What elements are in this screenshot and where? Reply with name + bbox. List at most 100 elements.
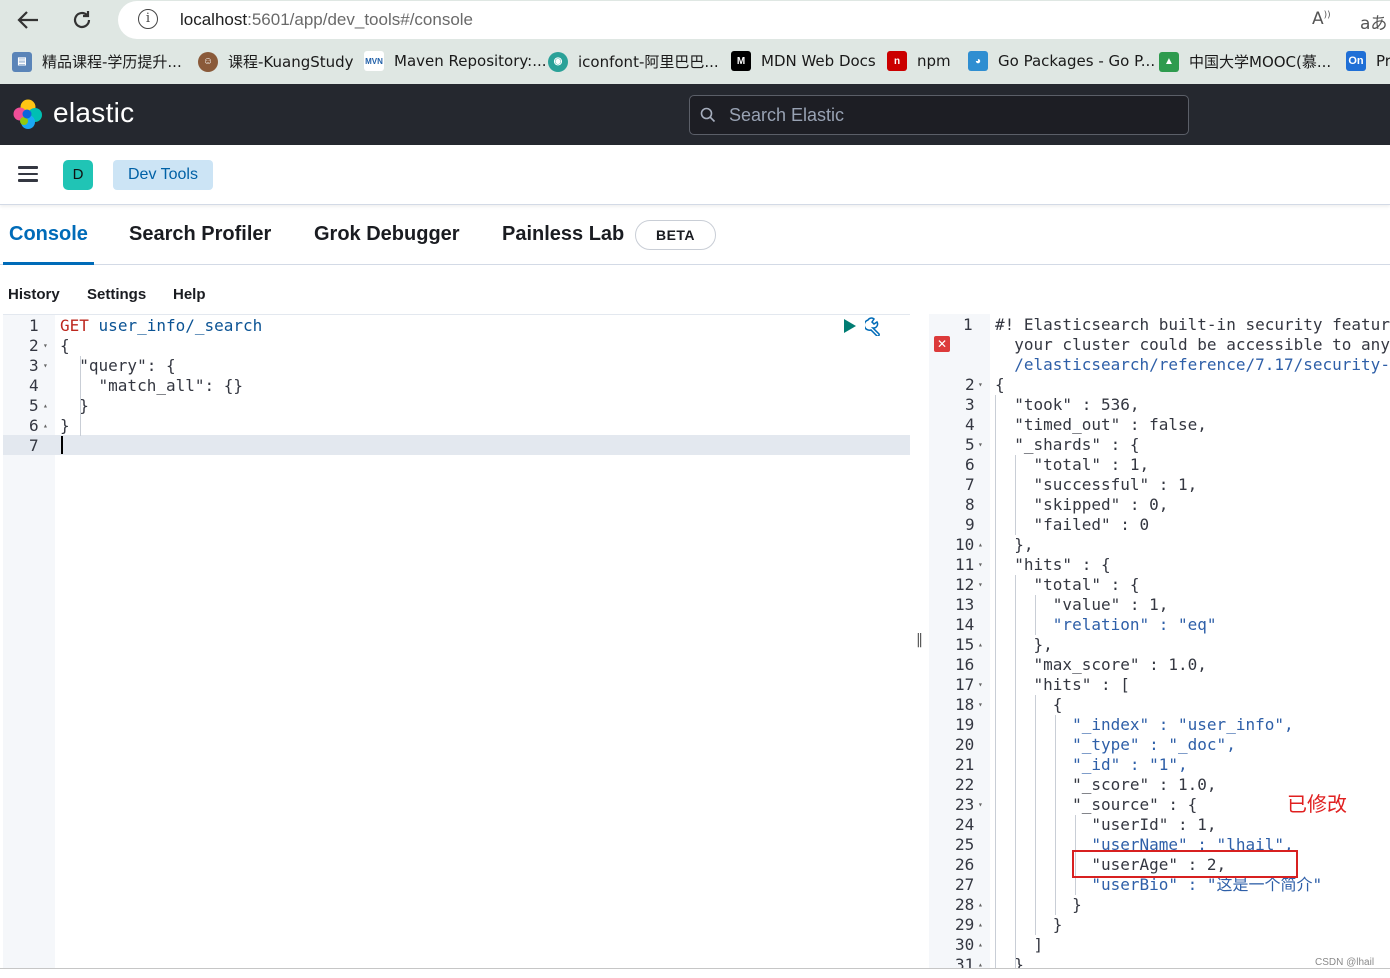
breadcrumb-bar: D Dev Tools [0, 145, 1390, 205]
response-line: "_type" : "_doc", [995, 735, 1236, 754]
response-line: "_index" : "user_info", [995, 715, 1294, 734]
response-line: "value" : 1, [995, 595, 1169, 614]
bookmark-4[interactable]: M MDN Web Docs [731, 51, 876, 71]
indent-guide [80, 356, 81, 436]
panel-resizer[interactable]: ‖ [910, 314, 929, 968]
line-number: 24 [955, 815, 975, 834]
translate-icon[interactable]: aあ [1360, 9, 1387, 34]
line-number: 4 [965, 415, 975, 434]
settings-link[interactable]: Settings [87, 286, 146, 303]
response-line: "userId" : 1, [995, 815, 1217, 834]
fold-arrow-up-icon[interactable]: ▴ [978, 940, 983, 949]
warning-link[interactable]: /elasticsearch/reference/7.17/security- [995, 355, 1390, 375]
request-line[interactable]: GET user_info/_search [60, 316, 262, 336]
search-input[interactable]: Search Elastic [689, 95, 1189, 135]
fold-arrow-down-icon[interactable]: ▾ [978, 440, 983, 449]
on-icon: On [1346, 51, 1366, 71]
fold-arrow-up-icon[interactable]: ▴ [43, 401, 48, 410]
elastic-logo-icon[interactable] [12, 98, 44, 130]
watermark: CSDN @lhail [1315, 957, 1375, 968]
breadcrumb-dev-tools[interactable]: Dev Tools [113, 160, 213, 190]
bookmark-5[interactable]: n npm [887, 51, 951, 71]
history-link[interactable]: History [8, 286, 60, 303]
tab-grok-debugger[interactable]: Grok Debugger [314, 223, 460, 246]
hamburger-menu-icon[interactable] [18, 166, 38, 182]
fold-arrow-up-icon[interactable]: ▴ [978, 900, 983, 909]
fold-arrow-down-icon[interactable]: ▾ [978, 380, 983, 389]
wrench-icon[interactable] [865, 316, 887, 336]
line-number: 7 [965, 475, 975, 494]
bookmark-2[interactable]: MVN Maven Repository:... [364, 51, 547, 71]
bookmark-3[interactable]: ◉ iconfont-阿里巴巴... [548, 51, 719, 72]
response-line: "userBio" : "这是一个简介" [995, 875, 1323, 894]
fold-arrow-down-icon[interactable]: ▾ [978, 560, 983, 569]
url-text[interactable]: localhost:5601/app/dev_tools#/console [180, 10, 473, 30]
iconfont-icon: ◉ [548, 51, 568, 72]
site-info-icon[interactable]: i [138, 9, 158, 29]
line-number: 30 [955, 935, 975, 954]
line-number: 27 [955, 875, 975, 894]
line-number: 4 [29, 376, 39, 395]
line-number: 20 [955, 735, 975, 754]
play-icon[interactable] [843, 318, 857, 334]
page-icon: ▤ [12, 51, 32, 72]
fold-arrow-down-icon[interactable]: ▾ [978, 800, 983, 809]
tab-painless-lab[interactable]: Painless Lab [502, 223, 624, 246]
line-number: 9 [965, 515, 975, 534]
tab-search-profiler[interactable]: Search Profiler [129, 223, 271, 246]
annotation-text: 已修改 [1287, 792, 1347, 816]
active-tab-indicator [3, 262, 94, 265]
bookmark-7[interactable]: ▲ 中国大学MOOC(慕... [1159, 51, 1331, 72]
read-aloud-icon[interactable]: A)) [1312, 9, 1331, 29]
request-editor[interactable]: 1 2 ▾ 3 ▾ 4 5 ▴ 6 ▴ 7 GET user_info/_search { "que… [3, 314, 910, 969]
reload-icon[interactable] [66, 4, 98, 36]
request-body-line[interactable]: } [60, 416, 70, 436]
fold-arrow-up-icon[interactable]: ▴ [978, 640, 983, 649]
fold-arrow-down-icon[interactable]: ▾ [978, 700, 983, 709]
line-number: 6 [29, 416, 39, 435]
bookmark-8[interactable]: On Pr [1346, 51, 1390, 71]
back-arrow-icon[interactable] [12, 4, 44, 36]
drag-handle-icon[interactable]: ‖ [916, 632, 923, 648]
response-line: "_shards" : { [995, 435, 1140, 454]
fold-arrow-down-icon[interactable]: ▾ [978, 580, 983, 589]
fold-arrow-down-icon[interactable]: ▾ [43, 361, 48, 370]
fold-arrow-down-icon[interactable]: ▾ [43, 341, 48, 350]
response-line: { [995, 695, 1063, 714]
fold-arrow-up-icon[interactable]: ▴ [978, 920, 983, 929]
fold-arrow-down-icon[interactable]: ▾ [978, 680, 983, 689]
request-body-line[interactable]: "match_all": {} [60, 376, 244, 396]
indent-guide [995, 395, 996, 968]
address-bar[interactable]: i localhost:5601/app/dev_tools#/console … [118, 1, 1390, 39]
indent-guide [1035, 695, 1036, 935]
line-number: 28 [955, 895, 975, 914]
request-body-line[interactable]: } [60, 396, 89, 416]
search-placeholder: Search Elastic [729, 105, 845, 125]
line-number: 16 [955, 655, 975, 674]
response-line: }, [995, 535, 1034, 554]
brand-name[interactable]: elastic [53, 97, 134, 129]
bookmark-1[interactable]: ☺ 课程-KuangStudy [198, 51, 354, 72]
request-body-line[interactable]: "query": { [60, 356, 175, 376]
indent-guide [1055, 715, 1056, 915]
response-line: "timed_out" : false, [995, 415, 1207, 434]
line-number: 21 [955, 755, 975, 774]
line-number: 3 [965, 395, 975, 414]
tab-console[interactable]: Console [9, 223, 88, 246]
line-number: 14 [955, 615, 975, 634]
line-number: 6 [965, 455, 975, 474]
request-body-line[interactable]: { [60, 336, 70, 356]
fold-arrow-up-icon[interactable]: ▴ [978, 540, 983, 549]
line-number: 1 [963, 315, 973, 334]
browser-toolbar: i localhost:5601/app/dev_tools#/console … [0, 0, 1390, 40]
space-avatar[interactable]: D [63, 160, 93, 190]
bookmark-6[interactable]: ◕ Go Packages - Go P... [968, 51, 1155, 71]
help-link[interactable]: Help [173, 286, 206, 303]
warning-line: your cluster could be accessible to any [995, 335, 1390, 354]
response-line: "failed" : 0 [995, 515, 1150, 534]
fold-arrow-up-icon[interactable]: ▴ [43, 421, 48, 430]
fold-arrow-up-icon[interactable]: ▴ [978, 960, 983, 968]
indent-guide [1015, 575, 1016, 968]
bookmark-0[interactable]: ▤ 精品课程-学历提升... [12, 51, 182, 72]
line-number: 5 [29, 396, 39, 415]
